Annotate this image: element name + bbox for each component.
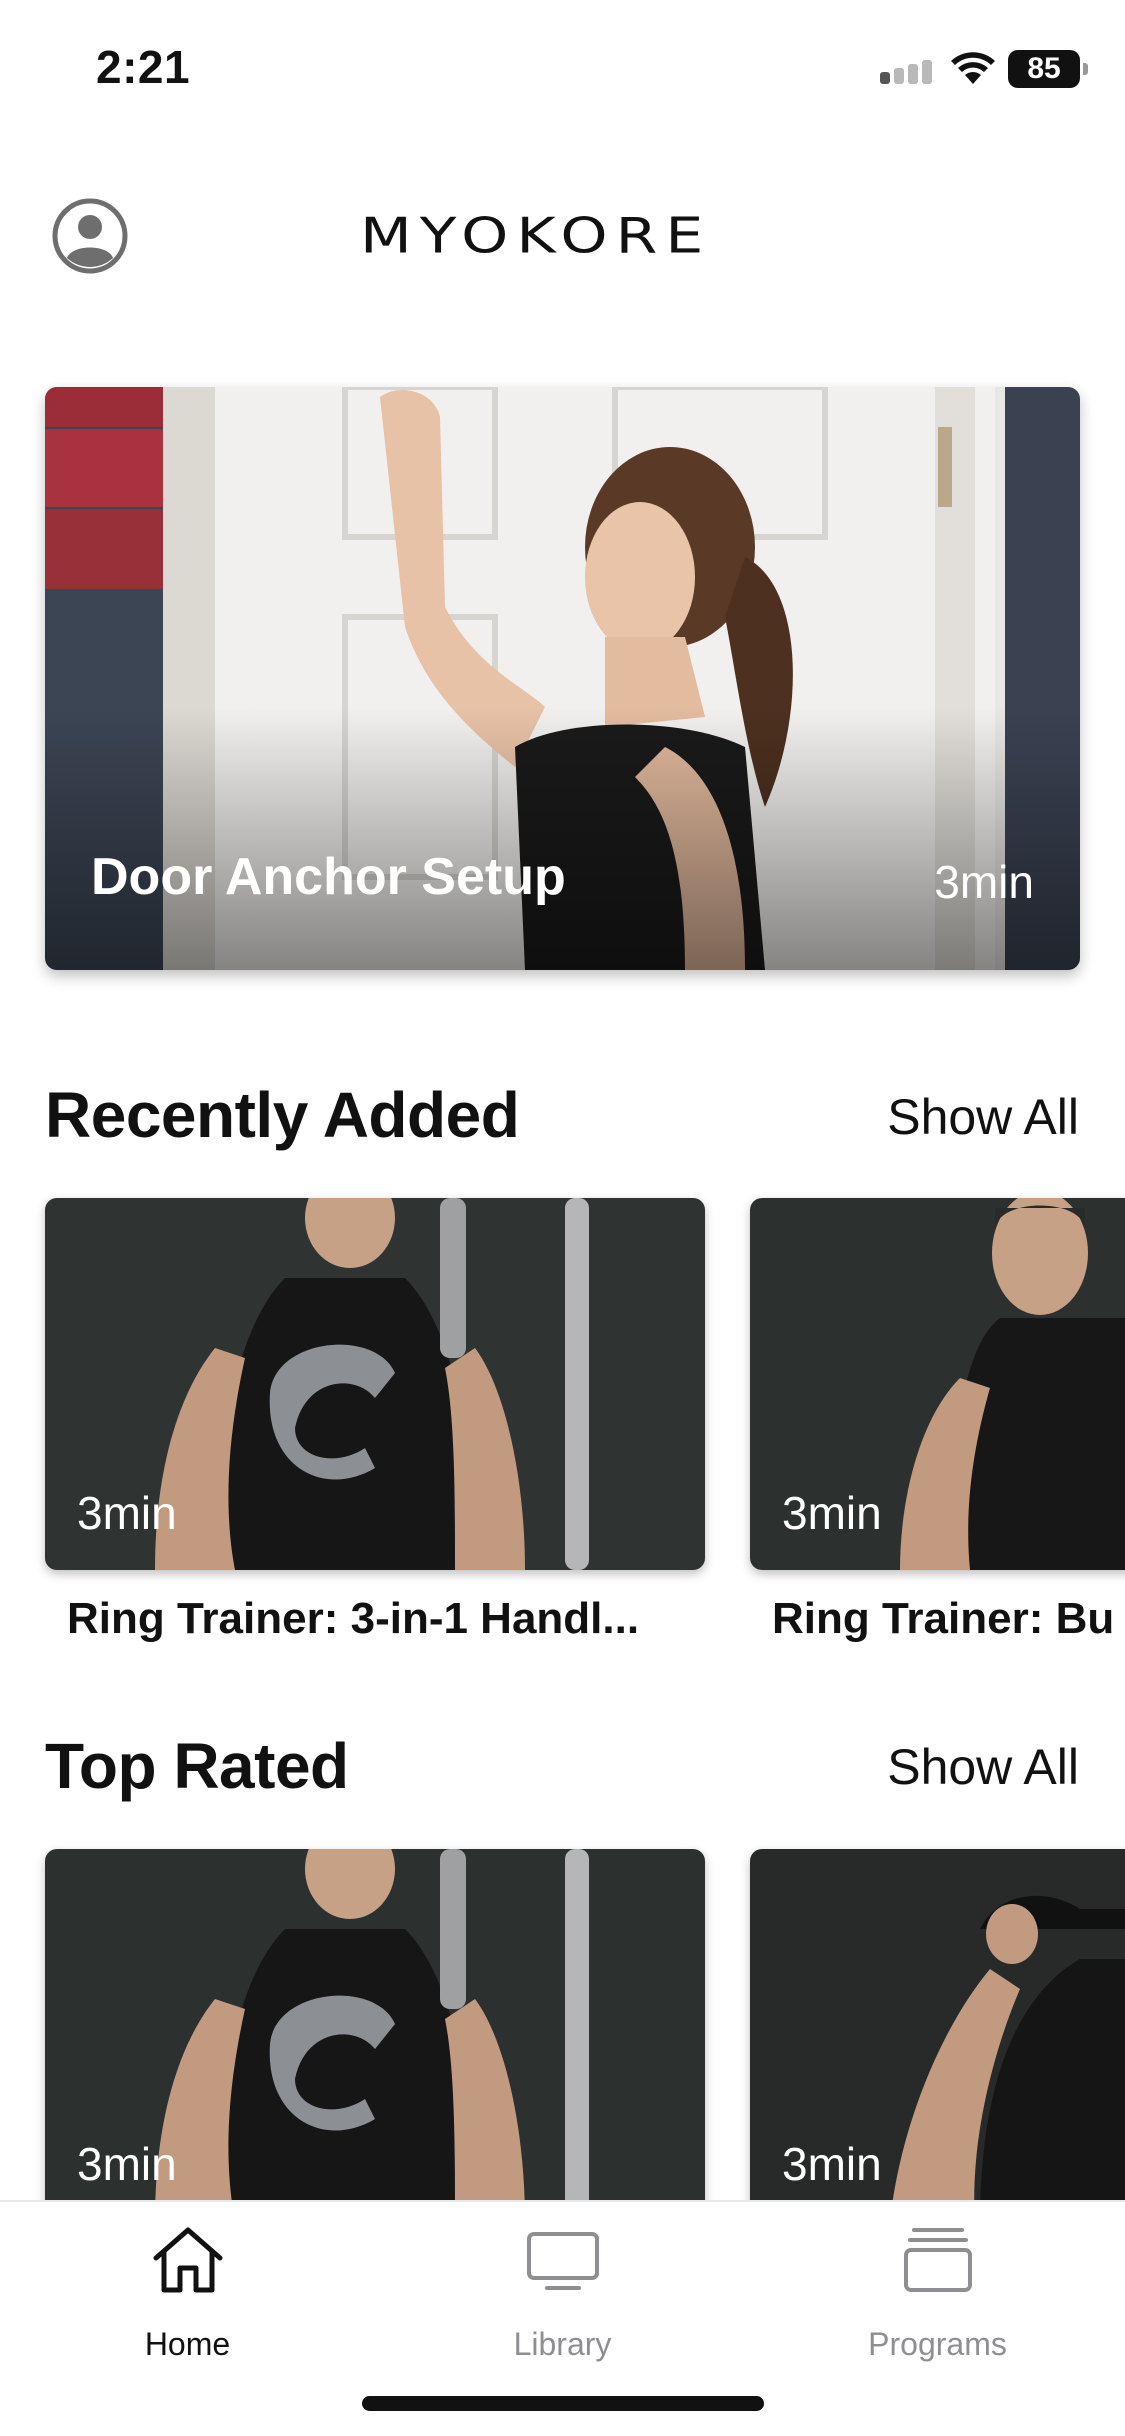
video-card[interactable]: 3min: [45, 1849, 705, 2221]
home-indicator: [362, 2396, 764, 2411]
battery-indicator: 85: [1008, 50, 1088, 88]
brand-logo: MYOKORE: [360, 206, 760, 266]
tab-home-label: Home: [144, 2326, 231, 2362]
featured-video-card[interactable]: Door Anchor Setup 3min: [45, 387, 1080, 970]
video-card[interactable]: 3min: [750, 1849, 1125, 2221]
logo-text: MYOKORE: [360, 207, 712, 265]
video-duration: 3min: [77, 2138, 177, 2190]
top-rated-show-all-button[interactable]: Show All: [887, 1738, 1079, 1796]
video-duration: 3min: [77, 1487, 177, 1539]
profile-avatar-icon[interactable]: [52, 198, 128, 274]
featured-video-duration: 3min: [934, 856, 1034, 908]
video-title[interactable]: Ring Trainer: 3-in-1 Handl...: [67, 1594, 697, 1644]
video-duration: 3min: [782, 2138, 882, 2190]
stack-icon: [903, 2228, 972, 2292]
tab-programs-label: Programs: [868, 2326, 1007, 2362]
house-icon: [153, 2227, 222, 2293]
video-duration: 3min: [782, 1487, 882, 1539]
tab-library-label: Library: [513, 2326, 612, 2362]
section-title-recently-added: Recently Added: [45, 1079, 520, 1151]
section-title-top-rated: Top Rated: [45, 1730, 349, 1802]
video-card[interactable]: 3min: [750, 1198, 1125, 1570]
status-time: 2:21: [96, 41, 191, 93]
cellular-signal-icon: [880, 58, 936, 84]
tab-programs[interactable]: Programs: [750, 2202, 1125, 2392]
video-title[interactable]: Ring Trainer: Bu: [772, 1594, 1125, 1644]
wifi-icon: [951, 52, 995, 84]
video-card[interactable]: 3min: [45, 1198, 705, 1570]
status-bar: 2:21 85: [0, 0, 1125, 140]
tv-icon: [526, 2232, 599, 2290]
recently-added-show-all-button[interactable]: Show All: [887, 1088, 1079, 1146]
featured-video-title: Door Anchor Setup: [91, 848, 566, 906]
tab-home[interactable]: Home: [0, 2202, 375, 2392]
tab-library[interactable]: Library: [375, 2202, 750, 2392]
